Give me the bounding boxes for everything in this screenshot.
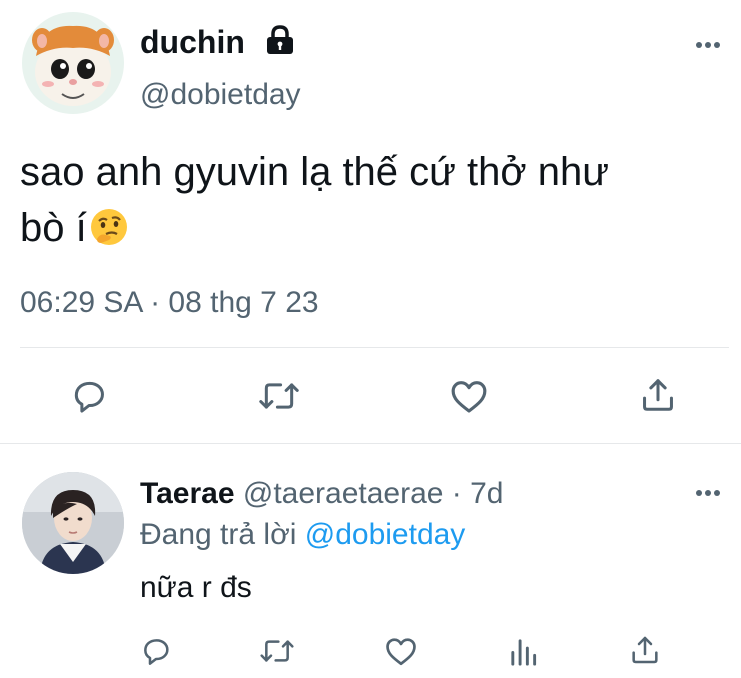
retweet-icon[interactable] (258, 377, 300, 415)
divider (20, 347, 729, 348)
lock-icon (263, 25, 297, 55)
section-divider (0, 443, 741, 444)
replying-to-label: Đang trả lời (140, 518, 297, 551)
tweet-timestamp[interactable]: 06:29 SA · 08 thg 7 23 (20, 285, 319, 321)
author-avatar[interactable] (22, 12, 124, 114)
author-display-name[interactable]: duchin (140, 22, 245, 62)
reply-author-display-name[interactable]: Taerae (140, 477, 235, 510)
reply-icon[interactable] (70, 377, 108, 415)
tweet-text-line-1: sao anh gyuvin lạ thế cứ thở như (20, 150, 610, 194)
tweet-text: sao anh gyuvin lạ thế cứ thở như bò í (20, 144, 720, 262)
like-icon[interactable] (449, 377, 489, 415)
reply-author-handle[interactable]: @taeraetaerae (243, 477, 444, 510)
replying-to-handle[interactable]: @dobietday (305, 518, 466, 551)
replying-to: Đang trả lời @dobietday (140, 517, 465, 553)
thinking-face-icon (89, 206, 129, 262)
tweet-text-line-2: bò í (20, 200, 720, 262)
reply-reply-icon[interactable] (140, 635, 172, 667)
reply-time[interactable]: · 7d (452, 477, 504, 510)
reply-retweet-icon[interactable] (259, 635, 295, 667)
author-handle[interactable]: @dobietday (140, 76, 301, 114)
reply-more-options-icon[interactable] (694, 488, 722, 498)
more-options-icon[interactable] (694, 40, 722, 50)
reply-text: nữa r đs (140, 571, 252, 604)
share-icon[interactable] (639, 375, 677, 415)
reply-author-avatar[interactable] (22, 472, 124, 574)
tweet-text-line-2-text: bò í (20, 206, 87, 250)
reply-share-icon[interactable] (629, 633, 661, 667)
analytics-icon[interactable] (508, 635, 538, 667)
reply-header: Taerae @taeraetaerae · 7d (140, 476, 504, 512)
reply-like-icon[interactable] (384, 635, 418, 667)
